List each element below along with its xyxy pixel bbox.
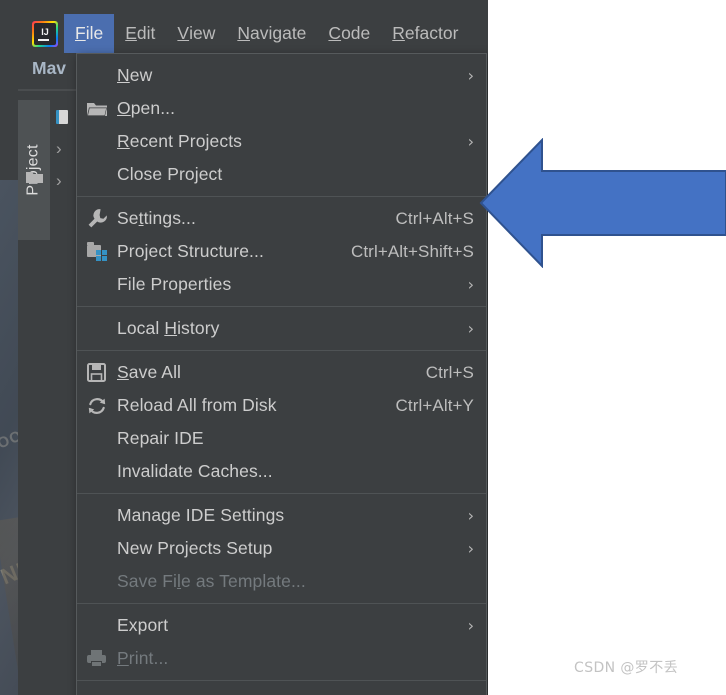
menu-item-label: New [117,65,153,85]
menu-item-new-projects-setup[interactable]: New Projects Setup › [77,532,486,565]
screenshot-root: OOGLE NICOLOR Mav Project › › IJ [0,0,726,695]
reload-icon [87,395,117,417]
menu-item-local-history[interactable]: Local History › [77,312,486,345]
menu-item-invalidate-caches[interactable]: Invalidate Caches... [77,455,486,488]
menu-item-label: New Projects Setup [117,538,273,558]
folder-icon [87,98,117,120]
menu-item-icon-slot [87,274,117,296]
menu-item-label: Settings... [117,208,196,228]
menu-separator [77,306,486,307]
menu-item-icon-slot [87,505,117,527]
menu-item-label: Recent Projects [117,131,243,151]
menu-item-shortcut: Ctrl+Alt+Shift+S [350,241,474,261]
menu-item-icon-slot [87,692,117,695]
menu-item-icon-slot [87,131,117,153]
watermark: CSDN @罗不丢 [574,660,678,676]
menu-item-save-all[interactable]: Save All Ctrl+S [77,356,486,389]
menu-item-label: Open... [117,98,176,118]
submenu-chevron-right-icon: › [467,65,474,85]
menu-separator [77,680,486,681]
menu-item-label: Local History [117,318,220,338]
menu-separator [77,603,486,604]
menu-item-settings[interactable]: Settings... Ctrl+Alt+S [77,202,486,235]
menu-item-recent-projects[interactable]: Recent Projects › [77,125,486,158]
menu-item-print: Print... [77,642,486,675]
menu-separator [77,350,486,351]
menu-separator [77,493,486,494]
menu-item-label: File Properties [117,274,232,294]
submenu-chevron-right-icon: › [467,505,474,525]
menu-item-reload-all-from-disk[interactable]: Reload All from Disk Ctrl+Alt+Y [77,389,486,422]
tab-maven[interactable]: Mav [32,58,66,79]
submenu-chevron-right-icon: › [467,538,474,558]
menu-separator [77,196,486,197]
menu-item-icon-slot [87,164,117,186]
menu-bar-item-edit[interactable]: Edit [114,14,166,53]
menu-item-file-properties[interactable]: File Properties › [77,268,486,301]
file-node-icon [56,110,68,124]
menu-item-label: Manage IDE Settings [117,505,285,525]
menu-bar-items: File Edit View Navigate Code Refactor [64,14,469,53]
menu-bar-item-refactor[interactable]: Refactor [381,14,469,53]
menu-item-manage-ide-settings[interactable]: Manage IDE Settings › [77,499,486,532]
menu-item-repair-ide[interactable]: Repair IDE [77,422,486,455]
tree-expand-caret-1[interactable]: › [56,140,62,157]
printer-icon [87,648,117,670]
menu-item-icon-slot [87,571,117,593]
menu-bar-item-code[interactable]: Code [317,14,381,53]
menu-item-label: Export [117,615,169,635]
menu-item-power-save-mode[interactable]: Power Save Mode [77,686,486,695]
menu-bar-item-view[interactable]: View [166,14,226,53]
intellij-logo-icon: IJ [32,20,58,47]
menu-item-shortcut: Ctrl+Alt+Y [395,395,474,415]
project-structure-icon [87,241,117,263]
menu-item-export[interactable]: Export › [77,609,486,642]
callout-arrow-left-icon [479,138,726,268]
menu-item-icon-slot [87,615,117,637]
menu-item-label: Project Structure... [117,241,264,261]
menu-item-icon-slot [87,428,117,450]
menu-item-icon-slot [87,461,117,483]
ide-window: OOGLE NICOLOR Mav Project › › IJ [0,0,488,695]
logo-bar [38,38,49,41]
menu-item-save-file-as-template: Save File as Template... [77,565,486,598]
menu-item-label: Save File as Template... [117,571,306,591]
menu-item-open[interactable]: Open... [77,92,486,125]
menu-item-label: Save All [117,362,182,382]
menu-item-new[interactable]: New › [77,59,486,92]
menu-item-icon-slot [87,538,117,560]
menu-item-icon-slot [87,318,117,340]
submenu-chevron-right-icon: › [467,318,474,338]
submenu-chevron-right-icon: › [467,131,474,151]
file-dropdown-menu: New › Open... Recent Projects › Close Project… [76,53,487,695]
menu-bar-item-navigate[interactable]: Navigate [226,14,317,53]
logo-text: IJ [41,26,49,37]
menu-item-shortcut: Ctrl+Alt+S [395,208,474,228]
folder-icon [26,172,43,183]
menu-bar-item-file[interactable]: File [64,14,115,53]
menu-item-label: Invalidate Caches... [117,461,273,481]
project-tree-strip [50,91,76,695]
menu-item-project-structure[interactable]: Project Structure... Ctrl+Alt+Shift+S [77,235,486,268]
menu-item-shortcut: Ctrl+S [425,362,474,382]
menu-item-icon-slot [87,65,117,87]
menu-bar: IJ File Edit View Navigate Code Refactor [18,14,488,53]
tree-expand-caret-2[interactable]: › [56,172,62,189]
submenu-chevron-right-icon: › [467,274,474,294]
save-icon [87,362,117,384]
menu-item-label: Repair IDE [117,428,204,448]
menu-item-label: Reload All from Disk [117,395,277,415]
wrench-icon [87,208,117,230]
submenu-chevron-right-icon: › [467,615,474,635]
menu-item-close-project[interactable]: Close Project [77,158,486,191]
menu-item-label: Print... [117,648,169,668]
menu-item-label: Close Project [117,164,223,184]
